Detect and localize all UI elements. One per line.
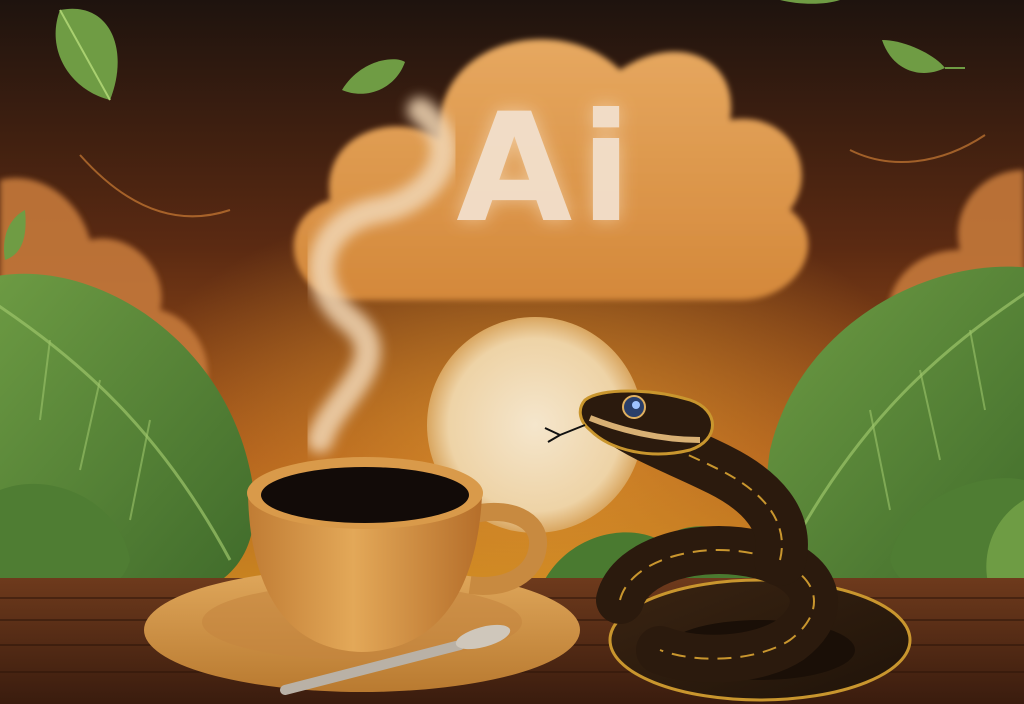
illustration-scene: Ai [0,0,1024,704]
coffee-surface [261,467,469,523]
cloud-ai-text: Ai [456,82,640,256]
